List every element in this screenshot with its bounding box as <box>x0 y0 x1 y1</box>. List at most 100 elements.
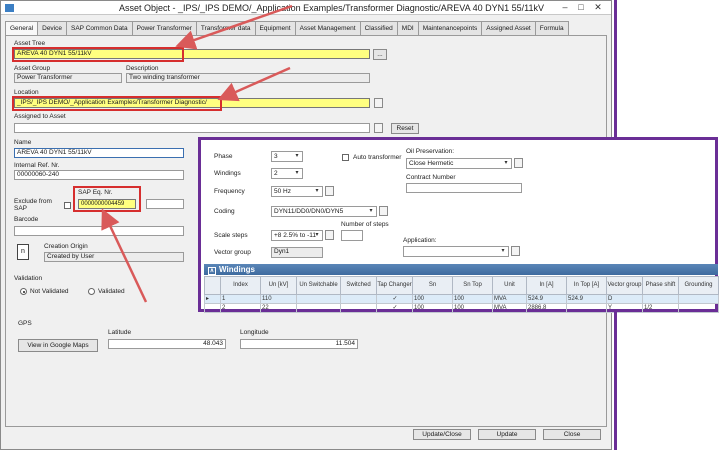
coding-select[interactable]: DYN11/DD0/DN0/DYN5 ▾ <box>271 206 377 217</box>
table-cell[interactable] <box>566 303 607 313</box>
column-header[interactable]: In [A] <box>526 276 567 295</box>
oil-preservation-select[interactable]: Close Hermetic ▾ <box>406 158 512 169</box>
table-cell[interactable]: 100 <box>412 303 453 313</box>
table-cell[interactable]: 1/2 <box>642 303 679 313</box>
tab-power-transformer[interactable]: Power Transformer <box>131 21 197 35</box>
application-select[interactable]: ▾ <box>403 246 509 257</box>
table-cell[interactable] <box>642 294 679 304</box>
longitude-field[interactable]: 11.504 <box>240 339 358 349</box>
barcode-field[interactable] <box>14 226 184 236</box>
collapse-icon[interactable]: ∧ <box>208 267 216 275</box>
table-cell[interactable] <box>340 303 377 313</box>
close-button[interactable]: Close <box>543 429 601 440</box>
column-header[interactable]: Tap Changer <box>376 276 413 295</box>
not-validated-radio[interactable] <box>20 288 27 295</box>
table-cell[interactable]: 1 <box>220 294 261 304</box>
assigned-asset-field[interactable] <box>14 123 370 133</box>
table-cell[interactable] <box>678 294 719 304</box>
creation-origin-label: Creation Origin <box>44 243 88 250</box>
table-cell[interactable]: ✓ <box>376 294 413 304</box>
update-button[interactable]: Update <box>478 429 536 440</box>
phase-select[interactable]: 3 ▾ <box>271 151 303 162</box>
exclude-sap-checkbox[interactable] <box>64 202 71 209</box>
assigned-asset-picker-icon[interactable] <box>374 123 383 133</box>
tab-asset-management[interactable]: Asset Management <box>294 21 361 35</box>
tab-device[interactable]: Device <box>37 21 67 35</box>
not-validated-label: Not Validated <box>30 288 69 295</box>
tab-mdi[interactable]: MDI <box>396 21 419 35</box>
internal-ref-field[interactable]: 00000060-240 <box>14 170 184 180</box>
table-cell[interactable]: ✓ <box>376 303 413 313</box>
table-cell[interactable]: MVA <box>492 303 527 313</box>
tab-formula[interactable]: Formula <box>534 21 569 35</box>
frequency-info-icon[interactable] <box>325 186 334 196</box>
scale-steps-select[interactable]: +8 2.5% to -11 ▾ <box>271 230 323 241</box>
table-cell[interactable]: 100 <box>452 294 493 304</box>
name-field[interactable]: AREVA 40 DYN1 55/11kV <box>14 148 184 158</box>
table-cell[interactable]: 2886.8 <box>526 303 567 313</box>
column-header[interactable]: Index <box>220 276 261 295</box>
maximize-icon[interactable]: □ <box>574 2 588 13</box>
table-cell[interactable]: 100 <box>452 303 493 313</box>
windings-grid-header: ∧ Windings <box>204 264 718 275</box>
update-close-button[interactable]: Update/Close <box>413 429 471 440</box>
column-header[interactable]: In Top [A] <box>566 276 607 295</box>
tab-general[interactable]: General <box>5 21 39 36</box>
view-google-maps-button[interactable]: View in Google Maps <box>18 339 98 352</box>
table-cell[interactable] <box>340 294 377 304</box>
internal-ref-label: Internal Ref. Nr. <box>14 162 60 169</box>
windings-select[interactable]: 2 ▾ <box>271 168 303 179</box>
location-picker-icon[interactable] <box>374 98 383 108</box>
column-header[interactable]: Switched <box>340 276 377 295</box>
table-cell[interactable]: 524.9 <box>566 294 607 304</box>
scale-steps-info-icon[interactable] <box>325 230 334 240</box>
column-header[interactable]: Grounding <box>678 276 719 295</box>
coding-info-icon[interactable] <box>379 206 388 216</box>
name-label: Name <box>14 139 32 146</box>
application-info-icon[interactable] <box>511 246 520 256</box>
table-cell[interactable]: 110 <box>260 294 297 304</box>
table-row[interactable]: 2 22 ✓ 100 100 MVA 2886.8 Y 1/2 <box>204 303 719 313</box>
validated-radio[interactable] <box>88 288 95 295</box>
tab-equipment[interactable]: Equipment <box>254 21 296 35</box>
column-header[interactable]: Un Switchable <box>296 276 341 295</box>
table-cell[interactable]: MVA <box>492 294 527 304</box>
asset-tree-browse-button[interactable]: ... <box>373 49 387 60</box>
table-cell[interactable] <box>296 294 341 304</box>
minimize-icon[interactable]: – <box>558 2 572 13</box>
creation-origin-icon: n <box>17 244 29 260</box>
screenshot-stage: Asset Object - _IPS/_IPS DEMO/_Applicati… <box>0 0 720 450</box>
asset-tree-highlight <box>12 47 184 62</box>
frequency-select[interactable]: 50 Hz ▾ <box>271 186 323 197</box>
contract-number-field[interactable] <box>406 183 522 193</box>
table-row[interactable]: ▸ 1 110 ✓ 100 100 MVA 524.9 524.9 D <box>204 294 719 304</box>
reset-button[interactable]: Reset <box>391 123 419 134</box>
tab-classified[interactable]: Classified <box>359 21 398 35</box>
column-header[interactable]: Phase shift <box>642 276 679 295</box>
column-header[interactable]: Un [kV] <box>260 276 297 295</box>
number-of-steps-field[interactable] <box>341 230 363 241</box>
table-cell[interactable]: 100 <box>412 294 453 304</box>
table-cell[interactable]: 2 <box>220 303 261 313</box>
auto-transformer-checkbox[interactable] <box>342 154 349 161</box>
column-header[interactable]: Vector group <box>606 276 643 295</box>
column-header[interactable]: Sn Top <box>452 276 493 295</box>
chevron-down-icon: ▾ <box>504 160 508 166</box>
table-cell[interactable]: 22 <box>260 303 297 313</box>
latitude-field[interactable]: 48.043 <box>108 339 226 349</box>
table-cell[interactable] <box>678 303 719 313</box>
table-cell[interactable]: 524.9 <box>526 294 567 304</box>
sap-extra-field[interactable] <box>146 199 184 209</box>
oil-preservation-info-icon[interactable] <box>514 158 523 168</box>
column-header[interactable]: Sn <box>412 276 453 295</box>
tab-sap-common-data[interactable]: SAP Common Data <box>66 21 133 35</box>
column-header[interactable]: Unit <box>492 276 527 295</box>
latitude-label: Latitude <box>108 329 132 336</box>
table-cell[interactable] <box>296 303 341 313</box>
table-cell[interactable]: Y <box>606 303 643 313</box>
tab-maintenancepoints[interactable]: Maintenancepoints <box>417 21 483 35</box>
tab-assigned-asset[interactable]: Assigned Asset <box>481 21 536 35</box>
tab-transformer-data[interactable]: Transformer data <box>195 21 256 35</box>
table-cell[interactable]: D <box>606 294 643 304</box>
close-icon[interactable]: ✕ <box>591 2 605 13</box>
